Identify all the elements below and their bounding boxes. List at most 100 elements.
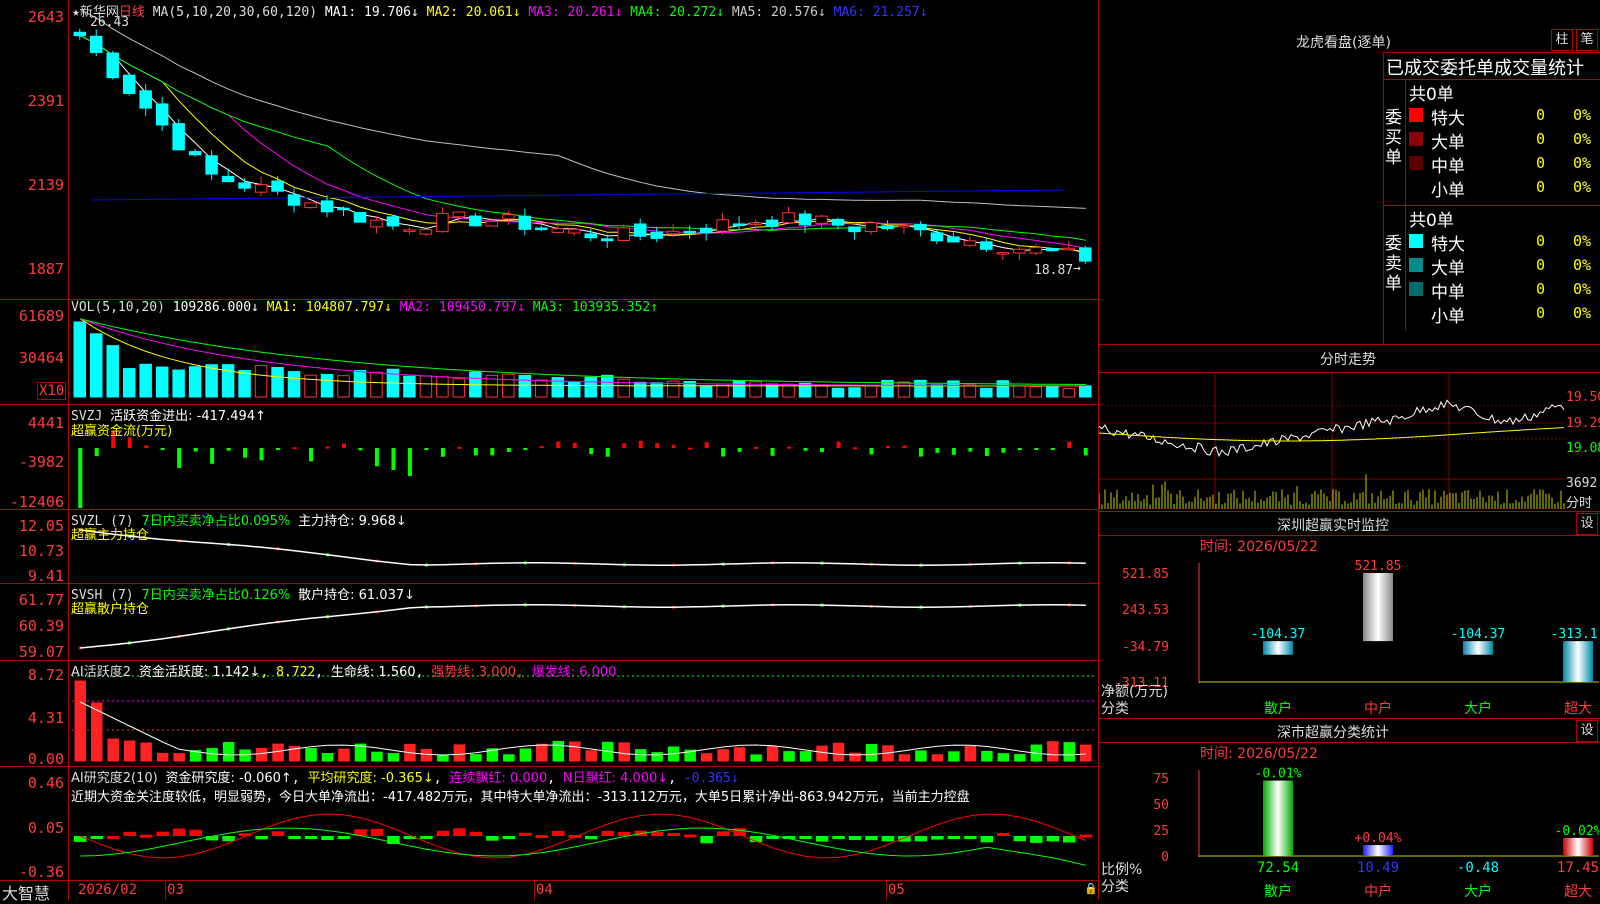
monitor-cat-1: 散户 bbox=[1264, 700, 1292, 717]
ai2-bar bbox=[255, 836, 268, 840]
ma-line-4 bbox=[79, 35, 1086, 241]
intraday-price-mid: 19.29 bbox=[1566, 416, 1600, 431]
svzj-bar bbox=[721, 448, 726, 457]
classify-title: 深市超赢分类统计 bbox=[1277, 725, 1389, 741]
ai1-bar bbox=[716, 748, 730, 763]
candle bbox=[699, 227, 713, 233]
classify-axis-label: 50 bbox=[1153, 798, 1169, 813]
ma-line-2 bbox=[79, 35, 1086, 253]
svzj-bar bbox=[787, 446, 792, 449]
sell-side-label: 委卖单 bbox=[1385, 234, 1402, 294]
ai2-bar bbox=[865, 836, 878, 841]
intraday-chart[interactable] bbox=[1099, 373, 1565, 510]
volume-bar bbox=[732, 379, 746, 398]
candle bbox=[106, 52, 119, 79]
ai1-bar bbox=[535, 742, 549, 763]
ai1-bar bbox=[73, 679, 87, 763]
candle bbox=[617, 227, 630, 241]
svzj-bar bbox=[523, 448, 528, 450]
ai2-bar bbox=[189, 829, 202, 836]
buy-row-pct: 0% bbox=[1573, 106, 1592, 124]
classify-cat-1: 散户 bbox=[1264, 883, 1292, 900]
pen-mode-button[interactable]: 笔 bbox=[1576, 29, 1598, 51]
candle bbox=[1079, 247, 1092, 262]
vol-ma3: MA3: 103935.352↑ bbox=[532, 300, 659, 315]
ma-line-1 bbox=[79, 35, 1086, 254]
volume-bar bbox=[930, 384, 944, 398]
month-label-04: 04 bbox=[536, 882, 553, 898]
vol-axis-1: 61689 bbox=[18, 307, 64, 325]
monitor-value-label: 521.85 bbox=[1355, 559, 1402, 574]
svzl-axis-1: 12.05 bbox=[18, 517, 64, 535]
svzj-bar bbox=[506, 448, 511, 452]
ai1-bar bbox=[337, 747, 351, 763]
ai1-bar bbox=[930, 753, 945, 763]
chart-area[interactable] bbox=[0, 0, 1098, 900]
candle bbox=[716, 219, 729, 232]
volume-bar bbox=[568, 381, 581, 398]
buy-row: 特大 0 0% bbox=[1407, 104, 1600, 129]
bar-mode-button[interactable]: 柱 bbox=[1551, 29, 1573, 51]
ai1-bar bbox=[122, 739, 137, 763]
ai1-e: 爆发线: 6.000 bbox=[531, 665, 617, 680]
volume-bar bbox=[551, 377, 565, 398]
intraday-vol-unit: 分时 bbox=[1566, 496, 1593, 511]
ai2-bar bbox=[469, 831, 483, 836]
vol-ma1: MA1: 104807.797↓ bbox=[266, 300, 392, 315]
volume-bar bbox=[353, 370, 367, 398]
ai2-bar bbox=[931, 836, 944, 840]
ai1-bar bbox=[155, 751, 170, 763]
ai1-bar bbox=[518, 747, 533, 763]
ai1-label: AI活跃度2 bbox=[71, 665, 131, 680]
ai2-header: AI研究度2(10) 资金研究度: -0.060↑, 平均研究度: -0.365… bbox=[71, 771, 739, 786]
sell-row-pct: 0% bbox=[1573, 232, 1592, 250]
ai1-bar bbox=[205, 747, 219, 763]
svzj-bar bbox=[1083, 448, 1088, 456]
candle bbox=[732, 223, 746, 226]
svzl-axis-2: 10.73 bbox=[18, 542, 64, 560]
svzj-bar bbox=[309, 448, 314, 462]
svzj-bar bbox=[78, 448, 83, 508]
svzj-bar bbox=[935, 448, 940, 453]
svzj-bar bbox=[671, 444, 676, 448]
arrow-right-icon: → bbox=[1073, 261, 1081, 276]
ai1-bar bbox=[963, 744, 978, 763]
sell-row: 大单 0 0% bbox=[1407, 254, 1600, 279]
sell-row-count: 0 bbox=[1536, 280, 1546, 298]
k-axis-4: 1887 bbox=[27, 260, 64, 278]
ai2-a: 资金研究度: -0.060↑ bbox=[165, 771, 292, 786]
ai1-bar bbox=[732, 746, 747, 763]
svzj-bar bbox=[655, 443, 660, 448]
sell-total: 共0单 bbox=[1409, 211, 1454, 231]
candle bbox=[897, 224, 911, 228]
sell-row-pct: 0% bbox=[1573, 280, 1592, 298]
svzj-bar bbox=[341, 443, 346, 448]
buy-color-swatch bbox=[1409, 156, 1423, 170]
ai1-bar bbox=[617, 741, 631, 763]
classify-settings-button[interactable]: 设 bbox=[1576, 720, 1598, 742]
lock-icon[interactable]: 🔒 bbox=[1084, 882, 1098, 895]
candle bbox=[650, 231, 663, 239]
volume-bar bbox=[633, 381, 647, 398]
ma4-value: MA4: 20.272↓ bbox=[630, 5, 725, 20]
monitor-settings-button[interactable]: 设 bbox=[1576, 513, 1598, 535]
candle bbox=[172, 123, 185, 151]
sell-row-count: 0 bbox=[1536, 304, 1546, 322]
svzj-bar bbox=[589, 448, 594, 455]
ai1-bar bbox=[980, 749, 994, 763]
volume-bar bbox=[617, 378, 630, 398]
classify-axis-label: 25 bbox=[1153, 824, 1169, 839]
candle bbox=[930, 232, 944, 242]
classify-bar bbox=[1363, 845, 1393, 856]
ai2-bar bbox=[172, 828, 186, 836]
svzj-axis-2: -3982 bbox=[18, 453, 64, 471]
monitor-axis-label: -34.79 bbox=[1122, 640, 1169, 655]
candle bbox=[633, 223, 647, 237]
svzj-sub: 超赢资金流(万元) bbox=[71, 424, 173, 439]
volume-bar bbox=[798, 382, 812, 398]
sell-row-pct: 0% bbox=[1573, 304, 1592, 322]
ai1-bar bbox=[370, 750, 384, 763]
svzj-bar bbox=[836, 441, 841, 448]
ai2-bar bbox=[898, 836, 911, 842]
candle bbox=[188, 151, 202, 156]
